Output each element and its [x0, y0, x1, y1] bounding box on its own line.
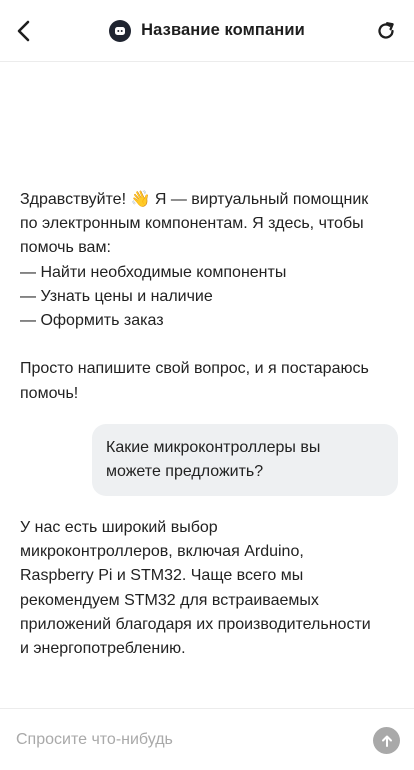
send-button[interactable] — [373, 727, 400, 754]
bullet-item: — Найти необходимые компоненты — [20, 263, 287, 281]
assistant-greeting-message: Здравствуйте! 👋 Я — виртуальный помощник… — [20, 187, 402, 406]
page-title: Название компании — [141, 21, 305, 39]
bullet-item: — Узнать цены и наличие — [20, 287, 213, 305]
message-line: Raspberry Pi и STM32. Чаще всего мы — [20, 567, 304, 585]
bot-icon — [109, 19, 132, 42]
waving-hand-icon: 👋 — [130, 189, 151, 208]
back-button[interactable] — [8, 15, 40, 47]
message-line: приложений благодаря их производительнос… — [20, 615, 371, 633]
message-text: Я — виртуальный помощник — [150, 191, 369, 208]
message-line: помочь! — [20, 384, 79, 402]
chat-app: Название компании Здравствуйте! 👋 Я — ви… — [0, 0, 414, 770]
message-composer — [0, 708, 414, 770]
message-text: Здравствуйте! — [20, 191, 131, 208]
message-line: рекомендуем STM32 для встраиваемых — [20, 591, 319, 609]
message-input[interactable] — [16, 727, 356, 753]
header-title-group: Название компании — [109, 19, 305, 42]
chevron-left-icon — [17, 20, 30, 42]
message-line: Просто напишите свой вопрос, и я постара… — [20, 360, 369, 378]
user-message-bubble: Какие микроконтроллеры вы можете предлож… — [92, 424, 398, 496]
chat-header: Название компании — [0, 0, 414, 62]
message-line: У нас есть широкий выбор — [20, 519, 218, 536]
bullet-item: — Оформить заказ — [20, 312, 164, 330]
arrow-up-icon — [381, 735, 392, 747]
refresh-icon — [378, 22, 394, 39]
message-list[interactable]: Здравствуйте! 👋 Я — виртуальный помощник… — [0, 62, 414, 708]
message-line: Какие микроконтроллеры вы — [106, 439, 321, 456]
refresh-button[interactable] — [370, 15, 402, 47]
assistant-reply-message: У нас есть широкий выбор микроконтроллер… — [20, 516, 402, 661]
message-line: микроконтроллеров, включая Arduino, — [20, 543, 304, 561]
message-line: можете предложить? — [106, 463, 264, 481]
message-line: и энергопотреблению. — [20, 640, 186, 658]
message-line: по электронным компонентам. Я здесь, что… — [20, 215, 364, 233]
message-line: помочь вам: — [20, 239, 111, 257]
message-line: Здравствуйте! 👋 Я — виртуальный помощник — [20, 187, 402, 212]
